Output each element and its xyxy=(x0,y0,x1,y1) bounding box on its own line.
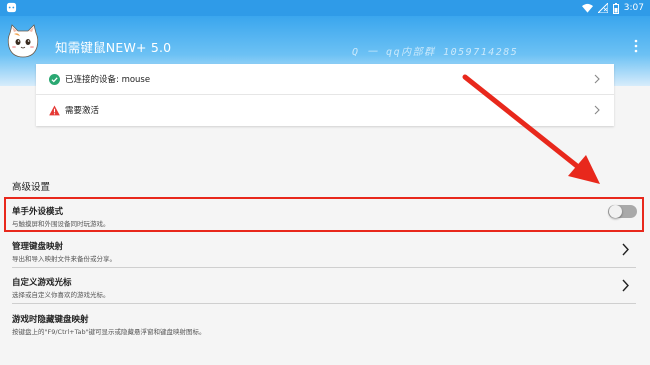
cat-logo-icon xyxy=(7,24,39,58)
chevron-right-icon xyxy=(622,279,629,292)
annotation-highlight-box xyxy=(4,197,644,232)
wifi-icon xyxy=(581,3,593,13)
status-bar: 3:07 xyxy=(0,0,650,16)
connected-device-row[interactable]: 已连接的设备: mouse xyxy=(36,64,614,95)
manage-key-mapping-row[interactable]: 管理键盘映射 导出和导入映射文件来备份或分享。 xyxy=(0,232,650,268)
check-circle-icon xyxy=(49,74,60,85)
no-signal-icon xyxy=(597,3,608,13)
custom-game-cursor-row[interactable]: 自定义游戏光标 选择或自定义你喜欢的游戏光标。 xyxy=(0,268,650,304)
connection-card: 已连接的设备: mouse 需要激活 xyxy=(36,64,614,126)
app-title: 知需键鼠NEW+ 5.0 xyxy=(55,40,172,55)
setting-title: 游戏时隐藏键盘映射 xyxy=(12,315,89,325)
chevron-right-icon xyxy=(594,74,600,84)
setting-title: 自定义游戏光标 xyxy=(12,278,72,288)
activation-label: 需要激活 xyxy=(65,106,100,116)
chevron-right-icon xyxy=(594,105,600,115)
setting-description: 选择或自定义你喜欢的游戏光标。 xyxy=(12,291,110,299)
divider xyxy=(12,303,636,304)
more-vertical-icon[interactable] xyxy=(632,39,640,53)
setting-title: 管理键盘映射 xyxy=(12,242,64,252)
clock: 3:07 xyxy=(623,3,644,13)
connected-device-label: 已连接的设备: mouse xyxy=(65,75,151,85)
watermark-text: Q 一 qq内部群 1059714285 xyxy=(352,47,519,58)
battery-icon xyxy=(612,2,619,14)
setting-description: 按键盘上的"F9/Ctrl+Tab"键可显示或隐藏悬浮窗和键盘映射图标。 xyxy=(12,328,206,336)
android-notification-icon xyxy=(6,2,17,13)
hide-key-mapping-in-game-row[interactable]: 游戏时隐藏键盘映射 按键盘上的"F9/Ctrl+Tab"键可显示或隐藏悬浮窗和键… xyxy=(0,305,650,341)
activation-row[interactable]: 需要激活 xyxy=(36,95,614,126)
warning-icon xyxy=(49,105,60,116)
setting-description: 导出和导入映射文件来备份或分享。 xyxy=(12,255,116,263)
advanced-settings-heading: 高级设置 xyxy=(12,182,51,193)
chevron-right-icon xyxy=(622,243,629,256)
